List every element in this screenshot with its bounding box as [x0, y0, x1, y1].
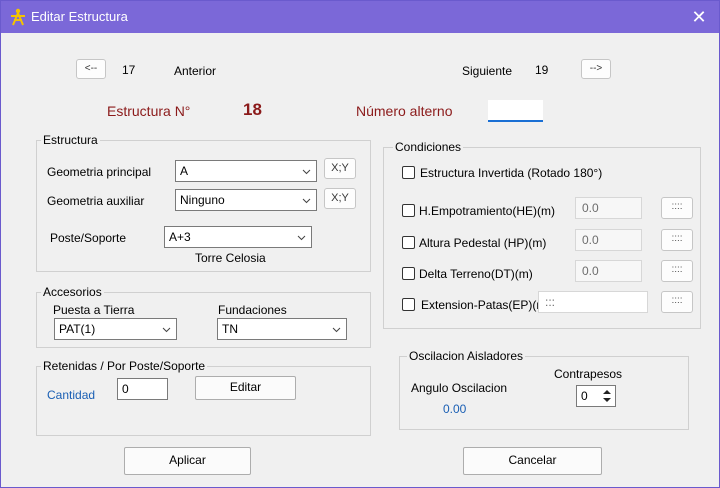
retenidas-group-title: Retenidas / Por Poste/Soporte — [41, 359, 208, 373]
cantidad-input[interactable]: 0 — [117, 378, 168, 400]
previous-button[interactable]: <-- — [76, 59, 106, 79]
extension-patas-checkbox[interactable] — [402, 298, 415, 311]
cancelar-button[interactable]: Cancelar — [463, 447, 602, 475]
puesta-tierra-select[interactable]: PAT(1) — [54, 318, 177, 340]
numero-alterno-input[interactable] — [488, 100, 543, 122]
angulo-oscilacion-value: 0.00 — [443, 402, 467, 416]
poste-soporte-label: Poste/Soporte — [50, 231, 127, 245]
chevron-down-icon — [297, 235, 306, 241]
empotramiento-checkbox[interactable] — [402, 204, 415, 217]
estructura-number: 18 — [243, 100, 262, 119]
estructura-invertida-label: Estructura Invertida (Rotado 180°) — [420, 166, 603, 180]
estructura-label: Estructura N° — [107, 103, 191, 119]
app-tower-icon — [11, 8, 25, 26]
previous-number: 17 — [122, 63, 136, 77]
geometria-auxiliar-xy-button[interactable]: X;Y — [324, 188, 356, 209]
estructura-invertida-checkbox[interactable] — [402, 166, 415, 179]
title-bar: Editar Estructura ✕ — [1, 1, 719, 33]
altura-pedestal-more-button[interactable]: :::: — [661, 229, 693, 251]
chevron-down-icon — [332, 327, 341, 333]
poste-soporte-select[interactable]: A+3 — [164, 226, 312, 248]
empotramiento-label: H.Empotramiento(HE)(m) — [419, 204, 556, 218]
delta-terreno-more-button[interactable]: :::: — [661, 260, 693, 282]
geometria-principal-select[interactable]: A — [175, 160, 317, 182]
poste-soporte-description: Torre Celosia — [195, 251, 266, 265]
oscilacion-group-title: Oscilacion Aisladores — [407, 349, 526, 363]
geometria-auxiliar-label: Geometria auxiliar — [47, 194, 145, 208]
condiciones-group-title: Condiciones — [393, 140, 464, 154]
chevron-down-icon — [302, 198, 311, 204]
editar-button[interactable]: Editar — [195, 376, 296, 400]
numero-alterno-label: Número alterno — [356, 103, 453, 119]
aplicar-button[interactable]: Aplicar — [124, 447, 251, 475]
extension-patas-input[interactable]: ::: — [538, 291, 648, 313]
accesorios-group-title: Accesorios — [41, 285, 104, 299]
contrapesos-label: Contrapesos — [554, 367, 623, 381]
extension-patas-more-button[interactable]: :::: — [661, 291, 693, 313]
altura-pedestal-input[interactable]: 0.0 — [575, 229, 642, 251]
editar-estructura-window: Editar Estructura ✕ <-- 17 Anterior Sigu… — [0, 0, 720, 488]
geometria-principal-xy-button[interactable]: X;Y — [324, 158, 356, 179]
puesta-tierra-label: Puesta a Tierra — [53, 303, 135, 317]
previous-label: Anterior — [174, 64, 217, 78]
angulo-oscilacion-label: Angulo Oscilacion — [411, 381, 508, 395]
delta-terreno-label: Delta Terreno(DT)(m) — [419, 267, 533, 281]
estructura-group-title: Estructura — [41, 133, 100, 147]
next-button[interactable]: --> — [581, 59, 611, 79]
fundaciones-label: Fundaciones — [218, 303, 287, 317]
close-icon[interactable]: ✕ — [679, 1, 719, 33]
fundaciones-select[interactable]: TN — [217, 318, 347, 340]
chevron-down-icon — [162, 327, 171, 333]
contrapesos-stepper[interactable]: 0 — [576, 385, 616, 407]
delta-terreno-checkbox[interactable] — [402, 267, 415, 280]
geometria-principal-label: Geometria principal — [47, 165, 152, 179]
empotramiento-more-button[interactable]: :::: — [661, 197, 693, 219]
geometria-auxiliar-select[interactable]: Ninguno — [175, 189, 317, 211]
next-number: 19 — [535, 63, 549, 77]
cantidad-label: Cantidad — [47, 388, 96, 402]
altura-pedestal-checkbox[interactable] — [402, 236, 415, 249]
empotramiento-input[interactable]: 0.0 — [575, 197, 642, 219]
chevron-down-icon — [302, 169, 311, 175]
spinner-arrows-icon[interactable] — [602, 388, 612, 404]
window-title: Editar Estructura — [31, 9, 128, 24]
next-label: Siguiente — [462, 64, 513, 78]
delta-terreno-input[interactable]: 0.0 — [575, 260, 642, 282]
extension-patas-label: Extension-Patas(EP)(m — [421, 298, 547, 312]
altura-pedestal-label: Altura Pedestal (HP)(m) — [419, 236, 547, 250]
